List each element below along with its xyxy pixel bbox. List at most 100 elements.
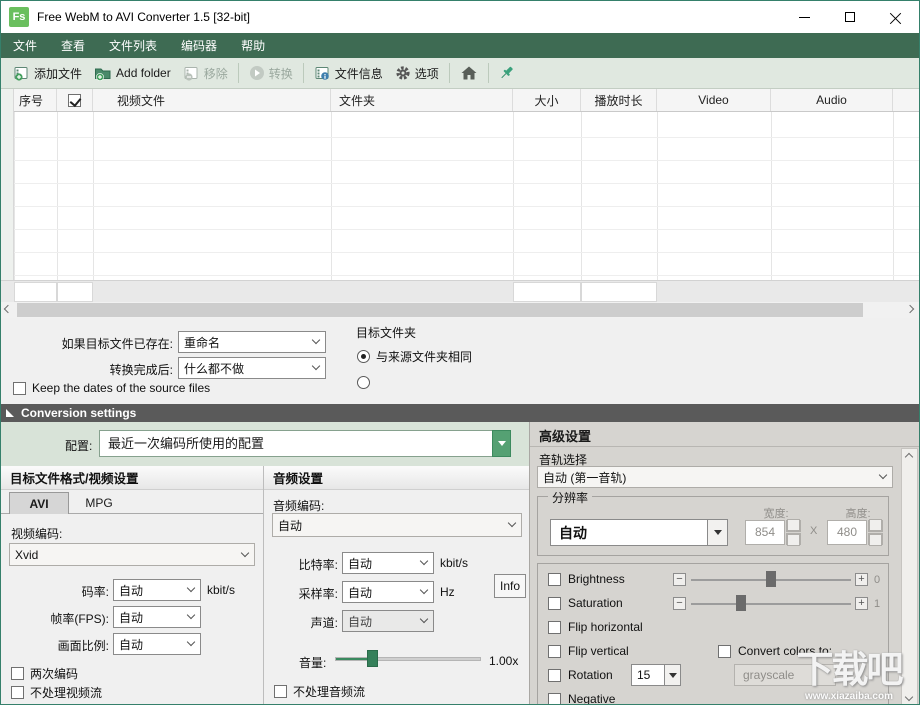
convert-colors-checkbox[interactable] <box>718 644 731 658</box>
tab-avi[interactable]: AVI <box>9 492 69 514</box>
no-audio-row[interactable]: 不处理音频流 <box>274 683 365 700</box>
preset-combo[interactable]: 最近一次编码所使用的配置 <box>99 430 511 457</box>
advanced-scrollbar[interactable] <box>901 448 918 704</box>
resolution-dropdown-button[interactable] <box>707 520 727 545</box>
convert-button[interactable]: 转换 <box>243 62 299 85</box>
no-audio-checkbox[interactable] <box>274 685 287 698</box>
add-file-button[interactable]: 添加文件 <box>7 62 88 85</box>
same-as-source-radio[interactable] <box>357 350 370 363</box>
rotation-dropdown-button[interactable] <box>664 665 680 685</box>
volume-label: 音量: <box>299 656 327 670</box>
menu-file[interactable]: 文件 <box>1 33 49 58</box>
select-all-checkbox[interactable] <box>68 93 81 107</box>
brightness-row[interactable]: Brightness <box>548 572 625 586</box>
minimize-button[interactable] <box>781 1 827 33</box>
flip-vertical-checkbox[interactable] <box>548 644 561 658</box>
spin-down-icon[interactable] <box>868 533 883 546</box>
close-button[interactable] <box>873 1 919 33</box>
exists-combo[interactable]: 重命名 <box>178 331 326 353</box>
two-pass-checkbox[interactable] <box>11 667 24 680</box>
resolution-combo[interactable]: 自动 <box>550 519 728 546</box>
fps-combo[interactable]: 自动 <box>113 606 201 628</box>
preset-dropdown-button[interactable] <box>492 430 511 457</box>
saturation-plus-button[interactable]: + <box>855 597 868 610</box>
custom-folder-radio[interactable] <box>357 376 370 389</box>
menu-help[interactable]: 帮助 <box>229 33 277 58</box>
info-button[interactable]: Info <box>494 574 526 598</box>
flip-horizontal-row[interactable]: Flip horizontal <box>548 620 643 634</box>
flip-horizontal-checkbox[interactable] <box>548 620 561 634</box>
rotation-checkbox[interactable] <box>548 668 561 682</box>
column-size[interactable]: 大小 <box>513 89 581 111</box>
file-list-body[interactable] <box>1 112 919 280</box>
channels-combo[interactable]: 自动 <box>342 610 434 632</box>
column-duration[interactable]: 播放时长 <box>581 89 657 111</box>
brightness-slider-handle[interactable] <box>766 571 776 587</box>
no-video-row[interactable]: 不处理视频流 <box>11 684 102 701</box>
width-value[interactable]: 854 <box>745 520 785 545</box>
spin-down-icon[interactable] <box>786 533 801 546</box>
same-as-source-row[interactable]: 与来源文件夹相同 <box>357 348 472 365</box>
convert-colors-row[interactable]: Convert colors to: <box>718 644 832 658</box>
column-index[interactable]: 序号 <box>14 89 57 111</box>
negative-checkbox[interactable] <box>548 692 561 704</box>
scroll-down-icon[interactable] <box>904 692 914 702</box>
volume-slider-handle[interactable] <box>367 650 378 667</box>
menu-view[interactable]: 查看 <box>49 33 97 58</box>
height-spinner[interactable]: 480 <box>827 519 883 546</box>
saturation-checkbox[interactable] <box>548 596 561 610</box>
conversion-settings-bar[interactable]: Conversion settings <box>1 404 919 422</box>
sample-rate-combo[interactable]: 自动 <box>342 581 434 603</box>
menu-encoder[interactable]: 编码器 <box>169 33 229 58</box>
add-folder-button[interactable]: Add folder <box>88 62 177 84</box>
pin-button[interactable] <box>493 62 522 85</box>
keep-dates-row[interactable]: Keep the dates of the source files <box>13 381 210 395</box>
saturation-row[interactable]: Saturation <box>548 596 623 610</box>
two-pass-row[interactable]: 两次编码 <box>11 665 78 682</box>
options-button[interactable]: 选项 <box>389 62 445 85</box>
spin-up-icon[interactable] <box>868 519 883 532</box>
scrollbar-thumb[interactable] <box>17 303 863 317</box>
column-folder[interactable]: 文件夹 <box>331 89 513 111</box>
toolbar-separator <box>237 63 239 83</box>
column-audio[interactable]: Audio <box>771 89 893 111</box>
scroll-up-icon[interactable] <box>904 452 914 462</box>
video-bitrate-combo[interactable]: 自动 <box>113 579 201 601</box>
scroll-left-icon[interactable] <box>3 304 13 314</box>
height-value[interactable]: 480 <box>827 520 867 545</box>
no-video-checkbox[interactable] <box>11 686 24 699</box>
rotation-combo[interactable]: 15 <box>631 664 681 686</box>
file-info-button[interactable]: 文件信息 <box>308 62 389 85</box>
video-codec-combo[interactable]: Xvid <box>9 543 255 566</box>
tab-mpg[interactable]: MPG <box>71 492 127 514</box>
aspect-combo[interactable]: 自动 <box>113 633 201 655</box>
menu-file-list[interactable]: 文件列表 <box>97 33 169 58</box>
volume-slider-track[interactable] <box>335 657 481 661</box>
maximize-button[interactable] <box>827 1 873 33</box>
saturation-slider-track[interactable] <box>691 603 851 605</box>
width-spinner[interactable]: 854 <box>745 519 801 546</box>
column-video[interactable]: Video <box>657 89 771 111</box>
custom-folder-row[interactable] <box>357 376 370 389</box>
toolbar-separator <box>448 63 450 83</box>
column-video-file[interactable]: 视频文件 <box>93 89 331 111</box>
saturation-slider-handle[interactable] <box>736 595 746 611</box>
negative-row[interactable]: Negative <box>548 692 615 704</box>
brightness-minus-button[interactable]: − <box>673 573 686 586</box>
remove-button[interactable]: 移除 <box>177 62 234 85</box>
rotation-row[interactable]: Rotation <box>548 668 613 682</box>
saturation-minus-button[interactable]: − <box>673 597 686 610</box>
keep-dates-checkbox[interactable] <box>13 381 26 395</box>
spin-up-icon[interactable] <box>786 519 801 532</box>
brightness-checkbox[interactable] <box>548 572 561 586</box>
audio-track-combo[interactable]: 自动 (第一音轨) <box>537 466 893 488</box>
after-combo[interactable]: 什么都不做 <box>178 357 326 379</box>
audio-codec-combo[interactable]: 自动 <box>272 513 522 537</box>
flip-vertical-row[interactable]: Flip vertical <box>548 644 629 658</box>
horizontal-scrollbar[interactable] <box>1 302 919 318</box>
home-button[interactable] <box>454 62 484 84</box>
brightness-plus-button[interactable]: + <box>855 573 868 586</box>
audio-bitrate-combo[interactable]: 自动 <box>342 552 434 574</box>
scroll-right-icon[interactable] <box>905 304 915 314</box>
column-select-all[interactable] <box>57 89 93 111</box>
